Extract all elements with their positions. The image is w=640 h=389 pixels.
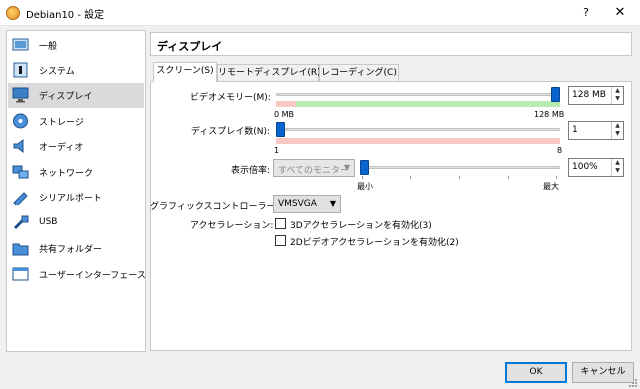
cancel-button[interactable]: キャンセル	[572, 362, 634, 383]
scale-monitor-value: すべてのモニター	[278, 166, 350, 176]
spin-down-icon[interactable]: ▼	[612, 130, 623, 138]
monitor-count-value: 1	[572, 125, 578, 135]
sidebar-item-general[interactable]: 一般	[8, 33, 144, 58]
chevron-down-icon: ▼	[343, 163, 350, 172]
scale-factor-label: 表示倍率:	[230, 166, 270, 176]
spin-up-icon[interactable]: ▲	[612, 159, 623, 167]
close-button[interactable]: ✕	[608, 3, 632, 23]
virtualbox-app-icon	[6, 6, 20, 20]
spin-up-icon[interactable]: ▲	[612, 122, 623, 130]
acceleration-label: アクセラレーション:	[190, 221, 274, 231]
general-icon	[12, 38, 29, 51]
monitor-count-max-label: 8	[557, 146, 563, 155]
sidebar-item-label: 一般	[39, 42, 58, 52]
settings-sidebar: 一般 システム ディスプレイ ストレージ オーディオ ネットワーク シリアルポー…	[6, 30, 146, 352]
sidebar-item-label: ユーザーインターフェース	[39, 271, 146, 281]
2d-video-acceleration-checkbox[interactable]	[275, 235, 286, 246]
slider-tick	[362, 176, 363, 179]
sidebar-item-usb[interactable]: USB	[8, 211, 144, 236]
sidebar-item-user-interface[interactable]: ユーザーインターフェース	[8, 262, 146, 287]
spin-buttons[interactable]: ▲ ▼	[611, 159, 623, 176]
scale-factor-slider-track[interactable]	[360, 166, 560, 169]
chevron-down-icon: ▼	[329, 199, 336, 208]
page-header: ディスプレイ	[150, 32, 632, 56]
window-title: Debian10 - 設定	[26, 10, 105, 21]
usb-icon	[13, 215, 29, 230]
spin-down-icon[interactable]: ▼	[612, 95, 623, 103]
video-memory-max-label: 128 MB	[534, 110, 565, 119]
sidebar-item-storage[interactable]: ストレージ	[8, 109, 144, 134]
video-memory-value: 128 MB	[572, 90, 606, 100]
help-button[interactable]: ?	[576, 3, 596, 23]
scale-factor-spinbox[interactable]: 100% ▲ ▼	[568, 158, 624, 177]
video-memory-slider-track[interactable]	[276, 93, 560, 96]
spin-up-icon[interactable]: ▲	[612, 87, 623, 95]
video-memory-ok-zone	[296, 101, 560, 107]
sidebar-item-label: システム	[39, 67, 75, 77]
sidebar-item-display[interactable]: ディスプレイ	[8, 83, 144, 108]
tab-screen[interactable]: スクリーン(S)	[153, 62, 217, 82]
title-bar: Debian10 - 設定 ? ✕	[0, 0, 640, 26]
2d-video-acceleration-label[interactable]: 2Dビデオアクセラレーションを有効化(2)	[290, 235, 459, 248]
sidebar-item-label: シリアルポート	[39, 194, 102, 204]
slider-tick	[459, 176, 460, 179]
3d-acceleration-label[interactable]: 3Dアクセラレーションを有効化(3)	[290, 218, 432, 231]
graphics-controller-value: VMSVGA	[278, 199, 317, 209]
audio-icon	[13, 138, 24, 154]
shared-folder-icon	[12, 243, 29, 256]
spin-buttons[interactable]: ▲ ▼	[611, 87, 623, 104]
sidebar-item-serial-port[interactable]: シリアルポート	[8, 185, 144, 210]
monitor-count-slider-track[interactable]	[276, 128, 560, 131]
sidebar-item-label: ストレージ	[39, 118, 84, 128]
user-interface-icon	[12, 267, 29, 281]
network-icon	[12, 165, 29, 179]
system-icon	[13, 62, 28, 78]
sidebar-item-label: ディスプレイ	[39, 92, 93, 102]
video-memory-warning-zone	[276, 101, 296, 107]
scale-factor-slider-thumb[interactable]	[360, 160, 369, 175]
scale-factor-min-label: 最小	[357, 182, 373, 191]
tab-recording[interactable]: レコーディング(C)	[319, 64, 399, 81]
monitor-count-warning-zone	[276, 138, 560, 144]
graphics-controller-label: グラフィックスコントローラー(G):	[150, 202, 293, 212]
spin-down-icon[interactable]: ▼	[612, 167, 623, 175]
3d-acceleration-checkbox[interactable]	[275, 218, 286, 229]
slider-tick	[508, 176, 509, 179]
slider-tick	[556, 176, 557, 179]
spin-buttons[interactable]: ▲ ▼	[611, 122, 623, 139]
slider-tick	[410, 176, 411, 179]
video-memory-spinbox[interactable]: 128 MB ▲ ▼	[568, 86, 624, 105]
scale-factor-max-label: 最大	[543, 182, 559, 191]
sidebar-item-network[interactable]: ネットワーク	[8, 160, 144, 185]
resize-grip-icon[interactable]	[628, 378, 638, 388]
serial-port-icon	[13, 192, 28, 205]
monitor-count-min-label: 1	[274, 146, 280, 155]
sidebar-item-shared-folders[interactable]: 共有フォルダー	[8, 236, 144, 261]
page-title: ディスプレイ	[157, 40, 223, 53]
scale-factor-value: 100%	[572, 162, 598, 172]
sidebar-item-label: USB	[39, 217, 58, 227]
sidebar-item-system[interactable]: システム	[8, 58, 144, 83]
ok-button[interactable]: OK	[505, 362, 567, 383]
monitor-count-spinbox[interactable]: 1 ▲ ▼	[568, 121, 624, 140]
monitor-count-slider-thumb[interactable]	[276, 122, 285, 137]
video-memory-slider-thumb[interactable]	[551, 87, 560, 102]
video-memory-min-label: 0 MB	[274, 110, 295, 119]
video-memory-label: ビデオメモリー(M):	[190, 93, 271, 103]
graphics-controller-select[interactable]: VMSVGA ▼	[273, 195, 341, 213]
sidebar-item-label: ネットワーク	[39, 169, 94, 179]
sidebar-item-label: 共有フォルダー	[39, 245, 103, 255]
display-icon	[12, 87, 29, 103]
tab-remote-display[interactable]: リモートディスプレイ(R)	[217, 64, 321, 81]
sidebar-item-audio[interactable]: オーディオ	[8, 134, 144, 159]
monitor-count-label: ディスプレイ数(N):	[190, 127, 270, 137]
storage-icon	[13, 113, 28, 129]
screen-tab-panel	[150, 81, 632, 351]
sidebar-item-label: オーディオ	[39, 143, 84, 153]
scale-monitor-select[interactable]: すべてのモニター ▼	[273, 159, 355, 177]
